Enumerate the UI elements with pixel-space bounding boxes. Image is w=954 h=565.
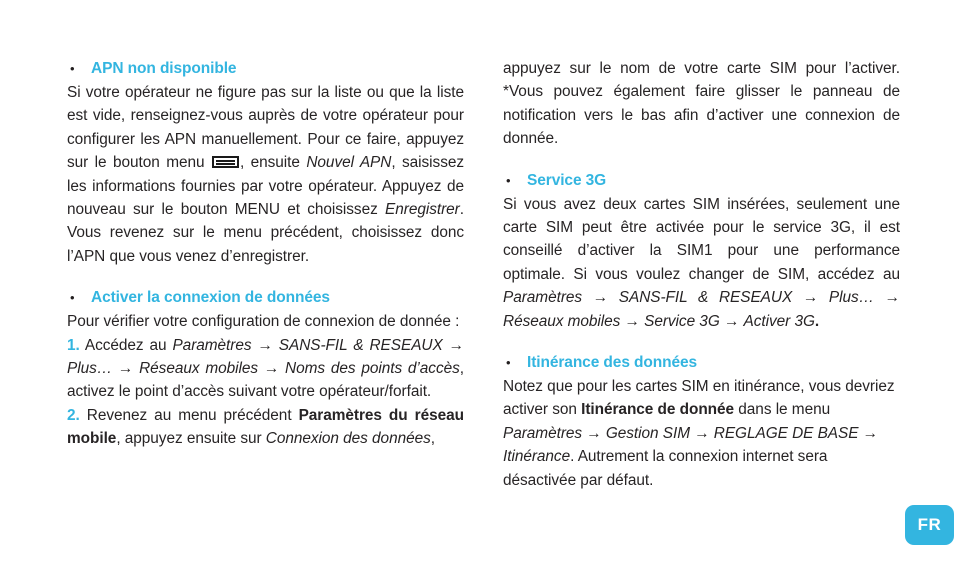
body-text: appuyez sur le nom de votre carte SIM po… [503, 60, 900, 148]
body-text: , ensuite [239, 154, 307, 172]
arrow-icon: → [251, 336, 279, 354]
section-heading-apn: APN non disponible [91, 60, 237, 77]
section-heading-service-3g: Service 3G [527, 171, 607, 189]
arrow-icon: → [442, 336, 464, 354]
body-text: Accédez au [79, 336, 173, 354]
menu-button-icon [211, 156, 239, 169]
menu-path-item: SANS-FIL & RESEAUX [618, 289, 793, 307]
arrow-icon: → [620, 312, 645, 330]
menu-path-item: Réseaux mobiles [139, 360, 258, 378]
right-column: appuyez sur le nom de votre carte SIM po… [503, 57, 900, 492]
menu-path-item: Noms des points d’accès [285, 360, 460, 378]
arrow-icon: → [792, 289, 829, 307]
arrow-icon: → [582, 424, 606, 442]
section-heading-row: Activer la connexion de données [67, 286, 464, 309]
body-text: dans le menu [734, 401, 831, 419]
menu-path-item: Activer 3G [743, 312, 815, 330]
arrow-icon: → [112, 360, 140, 378]
paragraph-apn-non-disponible: Si votre opérateur ne figure pas sur la … [67, 81, 464, 268]
emphasis-text: Itinérance de donnée [581, 401, 735, 419]
section-heading-row: Itinérance des données [503, 351, 900, 374]
menu-path-item: Plus… [828, 289, 874, 307]
section-heading-row: APN non disponible [67, 57, 464, 80]
menu-path-item: Service 3G [644, 312, 720, 330]
section-apn-non-disponible: APN non disponible Si votre opérateur ne… [67, 57, 464, 268]
emphasis-text: . [814, 312, 820, 330]
bullet-icon [67, 286, 91, 309]
paragraph-step-1: 1. Accédez au Paramètres → SANS-FIL & RE… [67, 334, 464, 404]
menu-path-item: Enregistrer [385, 201, 460, 219]
paragraph-itinerance: Notez que pour les cartes SIM en itinéra… [503, 375, 900, 492]
paragraph-step-2: 2. Revenez au menu précédent Paramètres … [67, 404, 464, 451]
step-number: 1. [67, 336, 80, 354]
language-badge-label: FR [917, 515, 942, 534]
body-text: , [430, 430, 435, 448]
menu-path-item: Nouvel APN [306, 154, 392, 172]
body-text: Si vous avez deux cartes SIM insérées, s… [503, 195, 900, 283]
bullet-icon [503, 351, 527, 374]
menu-path-item: Connexion des données [265, 430, 431, 448]
arrow-icon: → [689, 424, 714, 442]
menu-path-item: Réseaux mobiles [503, 312, 621, 330]
language-badge: FR [905, 505, 954, 545]
left-column: APN non disponible Si votre opérateur ne… [67, 57, 464, 492]
paragraph-continuation: appuyez sur le nom de votre carte SIM po… [503, 57, 900, 151]
paragraph-continuation-block: appuyez sur le nom de votre carte SIM po… [503, 57, 900, 151]
section-activer-connexion-donnees: Activer la connexion de données Pour vér… [67, 286, 464, 450]
paragraph-service-3g: Si vous avez deux cartes SIM insérées, s… [503, 193, 900, 333]
menu-path-item: SANS-FIL & RESEAUX [278, 336, 443, 354]
section-itinerance-des-donnees: Itinérance des données Notez que pour le… [503, 351, 900, 492]
two-column-body: APN non disponible Si votre opérateur ne… [0, 57, 954, 492]
step-number: 2. [67, 406, 80, 424]
menu-path-item: Paramètres [503, 424, 583, 442]
arrow-icon: → [858, 424, 879, 442]
body-text: , appuyez ensuite sur [116, 430, 266, 448]
manual-page: APN non disponible Si votre opérateur ne… [0, 0, 954, 565]
paragraph-activer-connexion-intro: Pour vérifier votre configuration de con… [67, 313, 460, 331]
menu-path-item: Gestion SIM [605, 424, 690, 442]
menu-path-item: Itinérance [503, 448, 571, 466]
menu-path-item: Paramètres [172, 336, 252, 354]
menu-path-item: Paramètres [503, 289, 583, 307]
section-heading-row: Service 3G [503, 169, 900, 192]
bullet-icon [503, 169, 527, 192]
arrow-icon: → [719, 312, 744, 330]
menu-path-item: Plus… [67, 360, 113, 378]
section-heading-activer-connexion: Activer la connexion de données [91, 289, 330, 307]
arrow-icon: → [258, 360, 285, 378]
section-service-3g: Service 3G Si vous avez deux cartes SIM … [503, 169, 900, 333]
section-heading-itinerance: Itinérance des données [527, 354, 698, 372]
arrow-icon: → [582, 289, 619, 307]
arrow-icon: → [873, 289, 900, 307]
bullet-icon [67, 57, 91, 80]
menu-path-item: REGLAGE DE BASE [713, 424, 859, 442]
body-text: Revenez au menu précédent [79, 406, 299, 424]
